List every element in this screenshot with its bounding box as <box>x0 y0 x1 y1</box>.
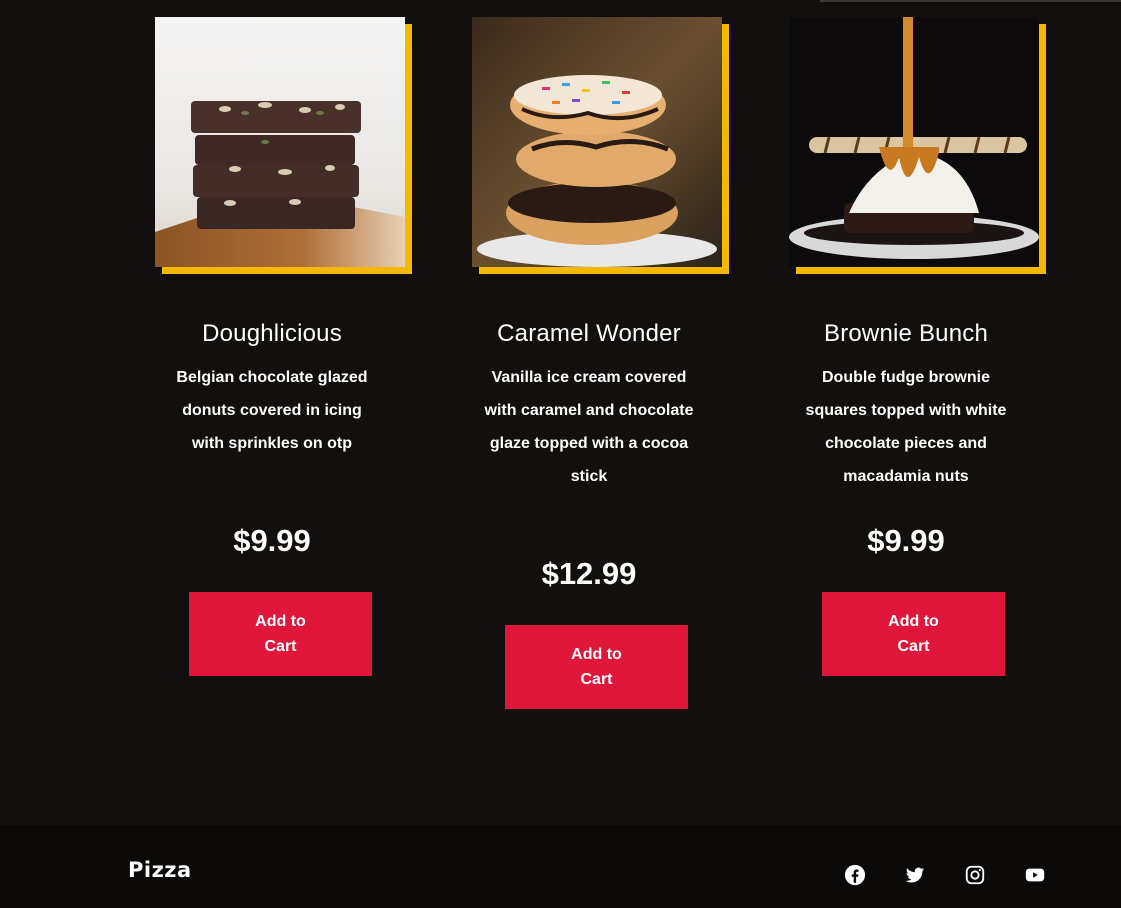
product-price: $9.99 <box>233 523 311 558</box>
footer-brand-logo[interactable]: Pizza <box>128 858 192 882</box>
add-to-cart-button[interactable]: Add to Cart <box>505 625 688 709</box>
facebook-icon[interactable] <box>844 864 866 886</box>
add-to-cart-button[interactable]: Add to Cart <box>822 592 1005 676</box>
product-image-frame <box>472 17 729 274</box>
product-price: $9.99 <box>867 523 945 558</box>
product-title: Caramel Wonder <box>497 320 681 347</box>
donut-stack-image <box>472 17 722 267</box>
footer: Pizza <box>0 825 1121 908</box>
twitter-icon[interactable] <box>904 864 926 886</box>
instagram-icon[interactable] <box>964 864 986 886</box>
product-image-frame <box>155 17 412 274</box>
product-description: Belgian chocolate glazed donuts covered … <box>176 369 368 452</box>
youtube-icon[interactable] <box>1024 864 1046 886</box>
product-title: Brownie Bunch <box>823 320 989 347</box>
product-price: $12.99 <box>541 556 637 591</box>
product-description: Double fudge brownie squares topped with… <box>805 369 1007 485</box>
brownie-stack-image <box>155 17 405 267</box>
product-title: Doughlicious <box>202 320 342 347</box>
top-divider <box>820 0 1121 2</box>
product-description: Vanilla ice cream covered with caramel a… <box>484 369 694 485</box>
ice-cream-brownie-image <box>789 17 1039 267</box>
product-image-frame <box>789 17 1046 274</box>
add-to-cart-button[interactable]: Add to Cart <box>189 592 372 676</box>
